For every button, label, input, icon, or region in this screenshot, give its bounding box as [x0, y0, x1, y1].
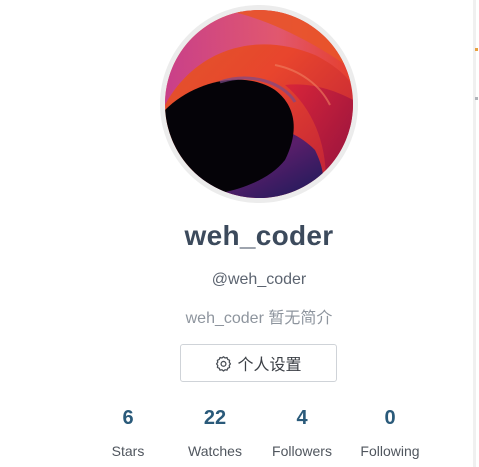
settings-button[interactable]: 个人设置	[180, 344, 337, 382]
avatar[interactable]	[160, 5, 358, 203]
profile-bio: weh_coder 暂无简介	[185, 310, 333, 327]
profile-card: weh_coder @weh_coder weh_coder 暂无简介 个人设置…	[0, 0, 479, 467]
stat-followers[interactable]: 4 Followers	[252, 404, 352, 460]
stat-following-count: 0	[384, 407, 396, 429]
stat-following-label: Following	[360, 443, 420, 459]
profile-handle: @weh_coder	[211, 271, 307, 288]
stat-followers-label: Followers	[272, 443, 332, 459]
profile-username: weh_coder	[184, 220, 334, 251]
settings-button-label: 个人设置	[237, 357, 302, 374]
adjacent-panel-edge	[473, 0, 476, 467]
stat-watches-label: Watches	[188, 443, 242, 459]
adjacent-panel-marker	[475, 97, 478, 100]
stat-watches[interactable]: 22 Watches	[165, 404, 265, 460]
stat-stars-label: Stars	[111, 443, 145, 459]
stat-watches-count: 22	[203, 407, 227, 429]
stat-stars-count: 6	[122, 407, 134, 429]
adjacent-panel-marker	[475, 48, 478, 51]
stat-stars[interactable]: 6 Stars	[78, 404, 178, 460]
avatar-image	[165, 10, 353, 198]
stat-followers-count: 4	[296, 407, 308, 429]
gear-icon	[215, 355, 232, 372]
stat-following[interactable]: 0 Following	[340, 404, 440, 460]
